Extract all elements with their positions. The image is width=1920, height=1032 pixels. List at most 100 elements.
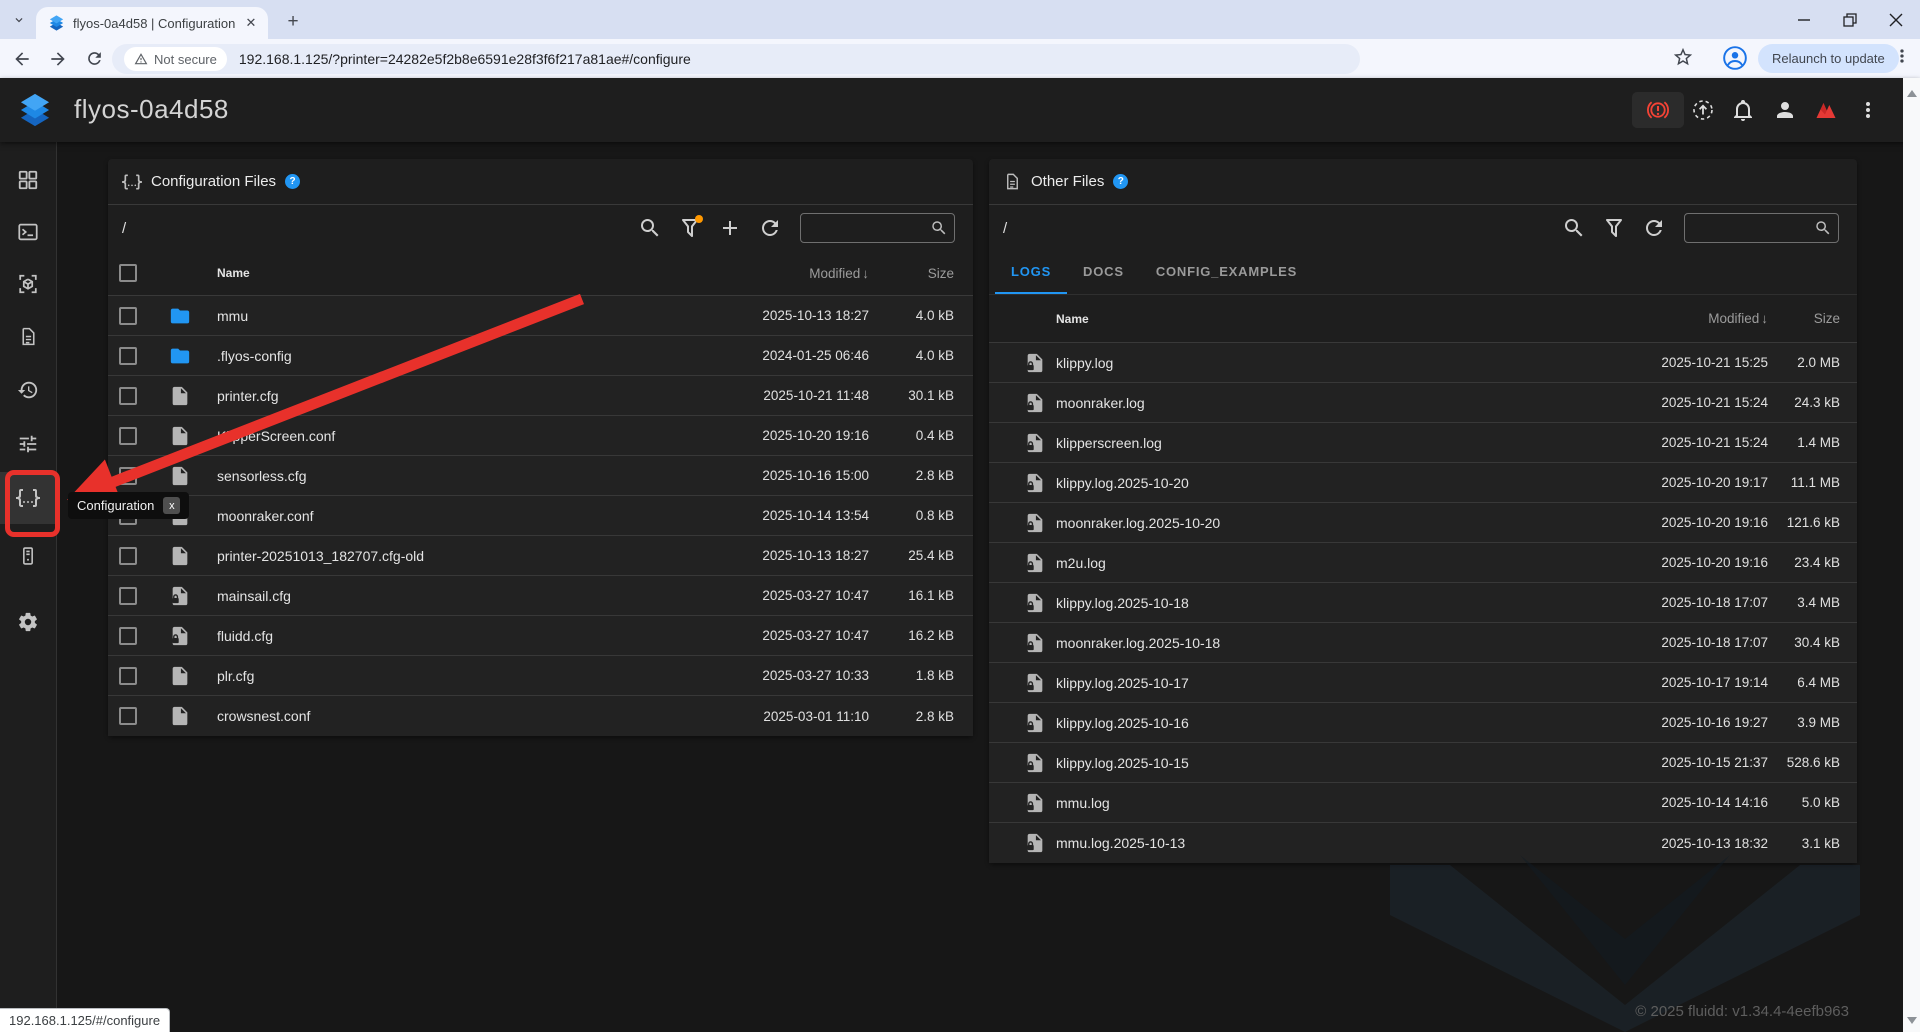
table-row[interactable]: moonraker.log.2025-10-20 2025-10-20 19:1…: [989, 503, 1857, 543]
row-checkbox[interactable]: [119, 387, 137, 405]
row-checkbox[interactable]: [119, 307, 137, 325]
breadcrumb-path[interactable]: /: [1003, 220, 1007, 237]
column-modified[interactable]: Modified↓: [1598, 311, 1768, 326]
table-row[interactable]: .flyos-config 2024-01-25 06:46 4.0 kB: [108, 336, 973, 376]
table-row[interactable]: klippy.log.2025-10-17 2025-10-17 19:14 6…: [989, 663, 1857, 703]
window-minimize-icon[interactable]: [1794, 10, 1814, 30]
tab-config-examples[interactable]: CONFIG_EXAMPLES: [1140, 250, 1313, 294]
tab-title: flyos-0a4d58 | Configuration: [73, 16, 242, 31]
row-checkbox[interactable]: [119, 587, 137, 605]
back-icon[interactable]: [8, 45, 36, 73]
browser-tab[interactable]: flyos-0a4d58 | Configuration ✕: [36, 7, 268, 39]
emergency-stop-button[interactable]: [1632, 92, 1684, 128]
scroll-down-icon[interactable]: [1907, 1017, 1917, 1024]
sidebar-item-history[interactable]: [0, 364, 56, 416]
sidebar-item-console[interactable]: [0, 206, 56, 258]
tab-logs[interactable]: LOGS: [995, 250, 1067, 294]
column-name[interactable]: Name: [1056, 312, 1598, 326]
row-checkbox[interactable]: [119, 467, 137, 485]
not-secure-chip[interactable]: Not secure: [124, 47, 227, 71]
sidebar-item-jobs[interactable]: [0, 310, 56, 362]
column-size[interactable]: Size: [869, 266, 954, 281]
table-row[interactable]: moonraker.log.2025-10-18 2025-10-18 17:0…: [989, 623, 1857, 663]
address-bar[interactable]: Not secure 192.168.1.125/?printer=24282e…: [112, 44, 1360, 74]
table-row[interactable]: mmu.log 2025-10-14 14:16 5.0 kB: [989, 783, 1857, 823]
table-row[interactable]: fluidd.cfg 2025-03-27 10:47 16.2 kB: [108, 616, 973, 656]
fluidd-logo-icon[interactable]: [16, 91, 54, 129]
row-checkbox[interactable]: [119, 627, 137, 645]
table-row[interactable]: klippy.log.2025-10-20 2025-10-20 19:17 1…: [989, 463, 1857, 503]
table-row[interactable]: moonraker.log 2025-10-21 15:24 24.3 kB: [989, 383, 1857, 423]
new-tab-button[interactable]: +: [280, 9, 306, 35]
help-icon[interactable]: ?: [285, 174, 300, 189]
sidebar-item-tune[interactable]: [0, 418, 56, 470]
refresh-icon[interactable]: [1642, 216, 1666, 240]
file-search-input[interactable]: [1684, 213, 1839, 243]
filter-icon[interactable]: [1602, 216, 1626, 240]
window-restore-icon[interactable]: [1840, 10, 1860, 30]
file-modified: 2025-10-18 17:07: [1598, 635, 1768, 650]
table-row[interactable]: crowsnest.conf 2025-03-01 11:10 2.8 kB: [108, 696, 973, 736]
refresh-icon[interactable]: [758, 216, 782, 240]
table-row[interactable]: klippy.log.2025-10-18 2025-10-18 17:07 3…: [989, 583, 1857, 623]
browser-menu-dots-icon[interactable]: [1892, 46, 1916, 70]
filter-active-badge: [695, 215, 703, 223]
row-checkbox[interactable]: [119, 667, 137, 685]
browser-profile-icon[interactable]: [1722, 45, 1750, 73]
app-menu-dots-icon[interactable]: [1856, 98, 1880, 122]
sidebar-item-dashboard[interactable]: [0, 154, 56, 206]
folder-icon: [169, 345, 191, 367]
table-row[interactable]: m2u.log 2025-10-20 19:16 23.4 kB: [989, 543, 1857, 583]
sidebar-item-gcode-preview[interactable]: [0, 258, 56, 310]
table-row[interactable]: mainsail.cfg 2025-03-27 10:47 16.1 kB: [108, 576, 973, 616]
row-checkbox[interactable]: [119, 347, 137, 365]
help-icon[interactable]: ?: [1113, 174, 1128, 189]
relaunch-to-update-button[interactable]: Relaunch to update: [1758, 44, 1899, 73]
scroll-up-icon[interactable]: [1907, 90, 1917, 97]
search-icon[interactable]: [1562, 216, 1586, 240]
forward-icon[interactable]: [44, 45, 72, 73]
file-modified: 2025-10-20 19:17: [1598, 475, 1768, 490]
screen: flyos-0a4d58 | Configuration ✕ + Not sec…: [0, 0, 1920, 1032]
search-icon[interactable]: [638, 216, 662, 240]
tab-docs[interactable]: DOCS: [1067, 250, 1140, 294]
tab-close-icon[interactable]: ✕: [242, 14, 260, 32]
row-checkbox[interactable]: [119, 427, 137, 445]
brand-logo-icon[interactable]: [1813, 98, 1837, 122]
table-row[interactable]: plr.cfg 2025-03-27 10:33 1.8 kB: [108, 656, 973, 696]
column-name[interactable]: Name: [217, 266, 709, 280]
select-all-checkbox[interactable]: [119, 264, 137, 282]
table-row[interactable]: klippy.log.2025-10-16 2025-10-16 19:27 3…: [989, 703, 1857, 743]
sidebar-item-system[interactable]: [0, 530, 56, 582]
table-row[interactable]: klipperscreen.log 2025-10-21 15:24 1.4 M…: [989, 423, 1857, 463]
window-close-icon[interactable]: [1886, 10, 1906, 30]
breadcrumb-path[interactable]: /: [122, 220, 126, 237]
table-row[interactable]: printer.cfg 2025-10-21 11:48 30.1 kB: [108, 376, 973, 416]
column-size[interactable]: Size: [1768, 311, 1840, 326]
table-row[interactable]: KlipperScreen.conf 2025-10-20 19:16 0.4 …: [108, 416, 973, 456]
table-row[interactable]: moonraker.conf 2025-10-14 13:54 0.8 kB: [108, 496, 973, 536]
sidebar-item-settings[interactable]: [0, 596, 56, 648]
tab-search-chevron-icon[interactable]: [8, 9, 30, 31]
column-modified[interactable]: Modified↓: [709, 266, 869, 281]
notifications-bell-icon[interactable]: [1731, 98, 1755, 122]
filter-icon[interactable]: [678, 216, 702, 240]
updates-icon[interactable]: [1691, 98, 1715, 122]
file-name: klippy.log.2025-10-20: [1056, 475, 1598, 491]
add-file-icon[interactable]: [718, 216, 742, 240]
file-name: .flyos-config: [217, 348, 709, 364]
file-size: 1.4 MB: [1768, 435, 1840, 450]
file-search-input[interactable]: [800, 213, 955, 243]
user-icon[interactable]: [1773, 98, 1797, 122]
row-checkbox[interactable]: [119, 707, 137, 725]
table-row[interactable]: printer-20251013_182707.cfg-old 2025-10-…: [108, 536, 973, 576]
row-checkbox[interactable]: [119, 547, 137, 565]
table-row[interactable]: sensorless.cfg 2025-10-16 15:00 2.8 kB: [108, 456, 973, 496]
bookmark-star-icon[interactable]: [1672, 46, 1698, 72]
file-modified: 2025-03-01 11:10: [709, 709, 869, 724]
page-scrollbar[interactable]: [1903, 78, 1920, 1032]
reload-icon[interactable]: [80, 45, 108, 73]
table-row[interactable]: klippy.log.2025-10-15 2025-10-15 21:37 5…: [989, 743, 1857, 783]
table-row[interactable]: klippy.log 2025-10-21 15:25 2.0 MB: [989, 343, 1857, 383]
table-row[interactable]: mmu 2025-10-13 18:27 4.0 kB: [108, 296, 973, 336]
